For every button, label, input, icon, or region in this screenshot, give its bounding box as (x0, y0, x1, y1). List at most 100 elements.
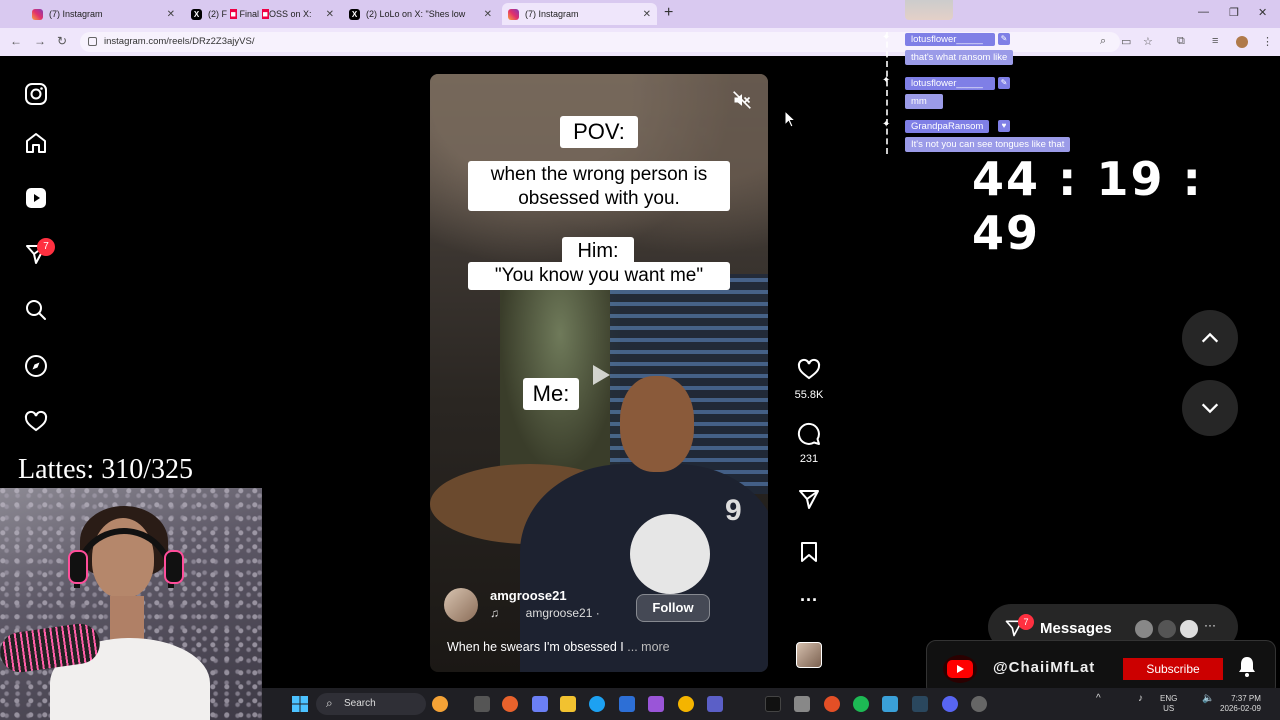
taskbar-clock[interactable]: 7:37 PM 2026-02-09 (1220, 694, 1261, 714)
taskbar-app-icon[interactable] (794, 696, 810, 712)
share-icon[interactable] (797, 487, 821, 511)
author-name[interactable]: amgroose21 (490, 588, 567, 603)
task-view-icon[interactable] (474, 696, 490, 712)
explore-compass-icon[interactable] (22, 352, 50, 380)
cast-icon[interactable]: ▭ (1121, 35, 1131, 48)
edge-icon[interactable] (589, 696, 605, 712)
microphone-icon[interactable]: ♪ (1138, 694, 1143, 704)
forward-button[interactable]: → (34, 34, 46, 48)
profile-avatar[interactable] (1236, 36, 1248, 48)
instagram-logo-icon[interactable] (22, 80, 50, 108)
heart-badge-icon: ♥ (998, 120, 1010, 132)
taskbar-search[interactable]: ⌕ Search (316, 693, 426, 715)
reel-video[interactable]: 9 POV: when the wrong person is obsessed… (430, 74, 768, 672)
tab-title: (7) Instagram (49, 9, 103, 19)
language-indicator[interactable]: ENG US (1160, 694, 1177, 714)
close-icon[interactable]: ✕ (484, 9, 492, 20)
minimize-button[interactable]: — (1198, 6, 1209, 18)
browser-tab[interactable]: X (2) LoLo on X: "Shes low ✕ (343, 3, 498, 25)
search-icon: ⌕ (326, 696, 333, 710)
steam-icon[interactable] (912, 696, 928, 712)
pencil-icon: ✎ (998, 77, 1010, 89)
taskbar-app-icon[interactable] (648, 696, 664, 712)
notifications-heart-icon[interactable] (22, 408, 50, 436)
spotify-icon[interactable] (853, 696, 869, 712)
windows-start-icon[interactable] (292, 696, 308, 712)
reels-icon[interactable] (22, 184, 50, 212)
heart-icon[interactable] (797, 358, 821, 382)
taskbar-app-icon[interactable] (502, 696, 518, 712)
teams-icon[interactable] (707, 696, 723, 712)
zoom-icon[interactable]: ⌕ (1100, 35, 1106, 48)
back-button[interactable]: ← (10, 34, 22, 48)
more-link[interactable]: ... more (627, 640, 669, 654)
maximize-button[interactable]: ❐ (1229, 6, 1239, 19)
next-reel-button[interactable] (1182, 380, 1238, 436)
chat-message: It's not you can see tongues like that (905, 137, 1071, 152)
site-info-icon[interactable] (88, 37, 97, 46)
close-icon[interactable]: ✕ (167, 9, 175, 20)
more-icon: ··· (1204, 618, 1216, 632)
chevron-down-icon (1201, 403, 1219, 414)
more-options-icon[interactable]: ··· (793, 590, 825, 611)
mute-icon[interactable] (728, 86, 756, 114)
new-tab-button[interactable]: + (664, 4, 673, 22)
save-action[interactable] (793, 540, 825, 569)
tray-overflow-icon[interactable]: ^ (1096, 694, 1101, 704)
follow-button[interactable]: Follow (636, 594, 710, 622)
file-explorer-icon[interactable] (560, 696, 576, 712)
instagram-icon (32, 8, 43, 20)
chat-username: lotusflower_____ (905, 33, 995, 46)
avatar (1133, 618, 1155, 640)
chat-message: mm (905, 94, 943, 109)
subscribe-button[interactable]: Subscribe (1123, 658, 1223, 680)
reload-button[interactable]: ↻ (57, 34, 67, 48)
reel-description[interactable]: When he swears I'm obsessed I ... more (447, 640, 670, 654)
obs-icon[interactable] (971, 696, 987, 712)
share-action[interactable] (793, 487, 825, 516)
sparkle-icon: ✦ (882, 75, 891, 86)
chat-username: lotusflower_____ (905, 77, 995, 90)
mouse-cursor-icon (784, 110, 796, 128)
play-icon[interactable] (585, 360, 615, 390)
address-bar-row: ← → ↻ instagram.com/reels/DRz2Z3ajyVS/ ⌕… (0, 28, 1280, 56)
sparkle-icon: ✦ (882, 32, 891, 43)
url-text: instagram.com/reels/DRz2Z3ajyVS/ (104, 36, 255, 47)
bell-icon[interactable] (1235, 655, 1259, 679)
pencil-icon: ✎ (998, 33, 1010, 45)
taskbar-app-icon[interactable] (824, 696, 840, 712)
close-icon[interactable]: ✕ (643, 9, 651, 20)
browser-tab[interactable]: X (2) F ■ Final ■OSS on X: ✕ (185, 3, 340, 25)
extensions-icon[interactable]: ⧉ (1177, 35, 1185, 48)
taskbar-app-icon[interactable] (532, 696, 548, 712)
search-icon[interactable] (22, 296, 50, 324)
bookmark-star-icon[interactable]: ☆ (1143, 35, 1153, 48)
comment-action[interactable]: 231 (793, 422, 825, 465)
like-action[interactable]: 55.8K (793, 358, 825, 401)
audio-thumbnail[interactable] (796, 642, 822, 668)
taskbar-app-icon[interactable] (432, 696, 448, 712)
home-icon[interactable] (22, 129, 50, 157)
menu-icon[interactable]: ⋮ (1262, 35, 1273, 48)
avatar (1156, 618, 1178, 640)
author-avatar[interactable] (444, 588, 478, 622)
discord-icon[interactable] (942, 696, 958, 712)
comment-icon[interactable] (797, 422, 821, 446)
close-icon[interactable]: ✕ (326, 9, 334, 20)
volume-icon[interactable]: 🔈 (1202, 694, 1214, 704)
window-close-button[interactable]: ✕ (1258, 6, 1267, 19)
previous-reel-button[interactable] (1182, 310, 1238, 366)
tiktok-icon[interactable] (765, 696, 781, 712)
browser-tab-active[interactable]: (7) Instagram ✕ (502, 3, 657, 25)
chat-message: that's what ransom like (905, 50, 1014, 65)
chat-avatar (905, 0, 953, 20)
taskbar-app-icon[interactable] (882, 696, 898, 712)
webcam-feed (0, 488, 262, 720)
browser-tab[interactable]: (7) Instagram ✕ (26, 3, 181, 25)
taskbar-app-icon[interactable] (619, 696, 635, 712)
bookmark-icon[interactable] (797, 540, 821, 564)
caption-quote: "You know you want me" (468, 262, 730, 290)
audio-label[interactable]: ♫ amgroose21 · (490, 606, 600, 620)
chrome-icon[interactable] (678, 696, 694, 712)
reading-list-icon[interactable]: ≡ (1212, 35, 1218, 47)
